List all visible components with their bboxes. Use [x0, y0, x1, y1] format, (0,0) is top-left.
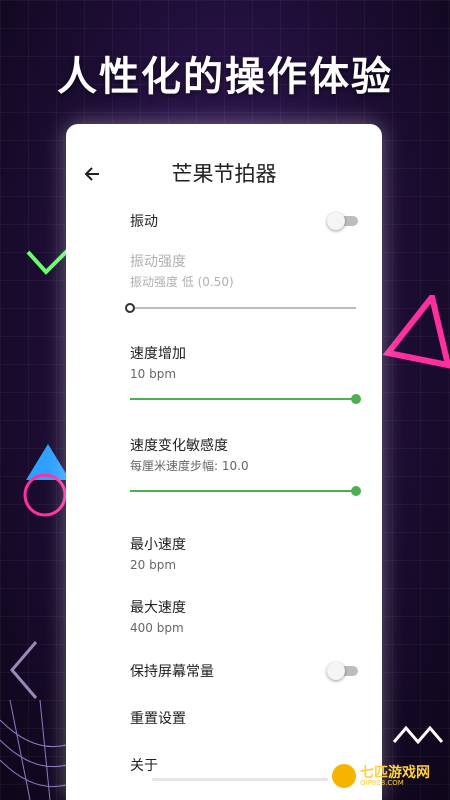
setting-vibration-strength-label: 振动强度 — [130, 254, 186, 270]
app-bar: 芒果节拍器 — [66, 160, 382, 188]
setting-min-speed-label: 最小速度 — [130, 537, 186, 553]
promo-headline: 人性化的操作体验 — [57, 54, 393, 100]
watermark: 七匹游戏网 QIP828.COM — [332, 762, 442, 790]
slider-knob[interactable] — [351, 486, 361, 496]
watermark-logo-icon — [332, 764, 356, 788]
decor-triangle-icon — [382, 295, 450, 369]
setting-vibration[interactable]: 振动 — [130, 213, 360, 231]
setting-max-speed-summary: 400 bpm — [130, 621, 184, 635]
slider-knob[interactable] — [351, 394, 361, 404]
arrow-left-icon[interactable] — [82, 164, 102, 184]
setting-speed-increase-summary: 10 bpm — [130, 367, 177, 381]
slider-fill — [130, 398, 356, 400]
slider-rail — [130, 307, 356, 309]
setting-reset-label: 重置设置 — [130, 711, 186, 727]
slider-knob — [125, 303, 135, 313]
settings-screen: 芒果节拍器 振动 振动强度 振动强度 低 (0.50) 速度增加 10 bpm … — [66, 124, 382, 800]
toggle-thumb — [327, 662, 345, 680]
slider-fill — [130, 490, 356, 492]
decor-chevron-icon — [26, 248, 70, 275]
app-title: 芒果节拍器 — [171, 162, 277, 186]
setting-vibration-label: 振动 — [130, 214, 158, 230]
setting-speed-sensitivity-label: 速度变化敏感度 — [130, 438, 228, 454]
keep-screen-on-toggle[interactable] — [327, 662, 358, 680]
setting-about[interactable]: 关于 — [130, 757, 360, 775]
setting-max-speed-label: 最大速度 — [130, 600, 186, 616]
setting-keep-screen-on[interactable]: 保持屏幕常量 — [130, 663, 360, 681]
setting-reset[interactable]: 重置设置 — [130, 710, 360, 728]
setting-min-speed[interactable]: 最小速度 20 bpm — [130, 536, 360, 573]
setting-speed-sensitivity-summary: 每厘米速度步幅: 10.0 — [130, 459, 249, 473]
speed-sensitivity-slider[interactable] — [130, 483, 361, 499]
decor-ring-icon — [23, 473, 67, 517]
setting-vibration-strength: 振动强度 振动强度 低 (0.50) — [130, 253, 360, 290]
speed-increase-slider[interactable] — [130, 391, 361, 407]
vibration-strength-slider — [125, 300, 356, 316]
setting-speed-increase[interactable]: 速度增加 10 bpm — [130, 345, 360, 382]
setting-max-speed[interactable]: 最大速度 400 bpm — [130, 599, 360, 636]
scroll-indicator — [152, 778, 328, 781]
setting-min-speed-summary: 20 bpm — [130, 558, 177, 572]
decor-zigzag-icon — [392, 725, 444, 745]
toggle-thumb — [327, 212, 345, 230]
vibration-toggle[interactable] — [327, 212, 358, 230]
watermark-url: QIP828.COM — [360, 779, 404, 787]
setting-vibration-strength-summary: 振动强度 低 (0.50) — [130, 275, 234, 289]
setting-speed-increase-label: 速度增加 — [130, 346, 186, 362]
setting-about-label: 关于 — [130, 758, 158, 774]
setting-speed-sensitivity[interactable]: 速度变化敏感度 每厘米速度步幅: 10.0 — [130, 437, 360, 474]
setting-keep-screen-on-label: 保持屏幕常量 — [130, 664, 214, 680]
